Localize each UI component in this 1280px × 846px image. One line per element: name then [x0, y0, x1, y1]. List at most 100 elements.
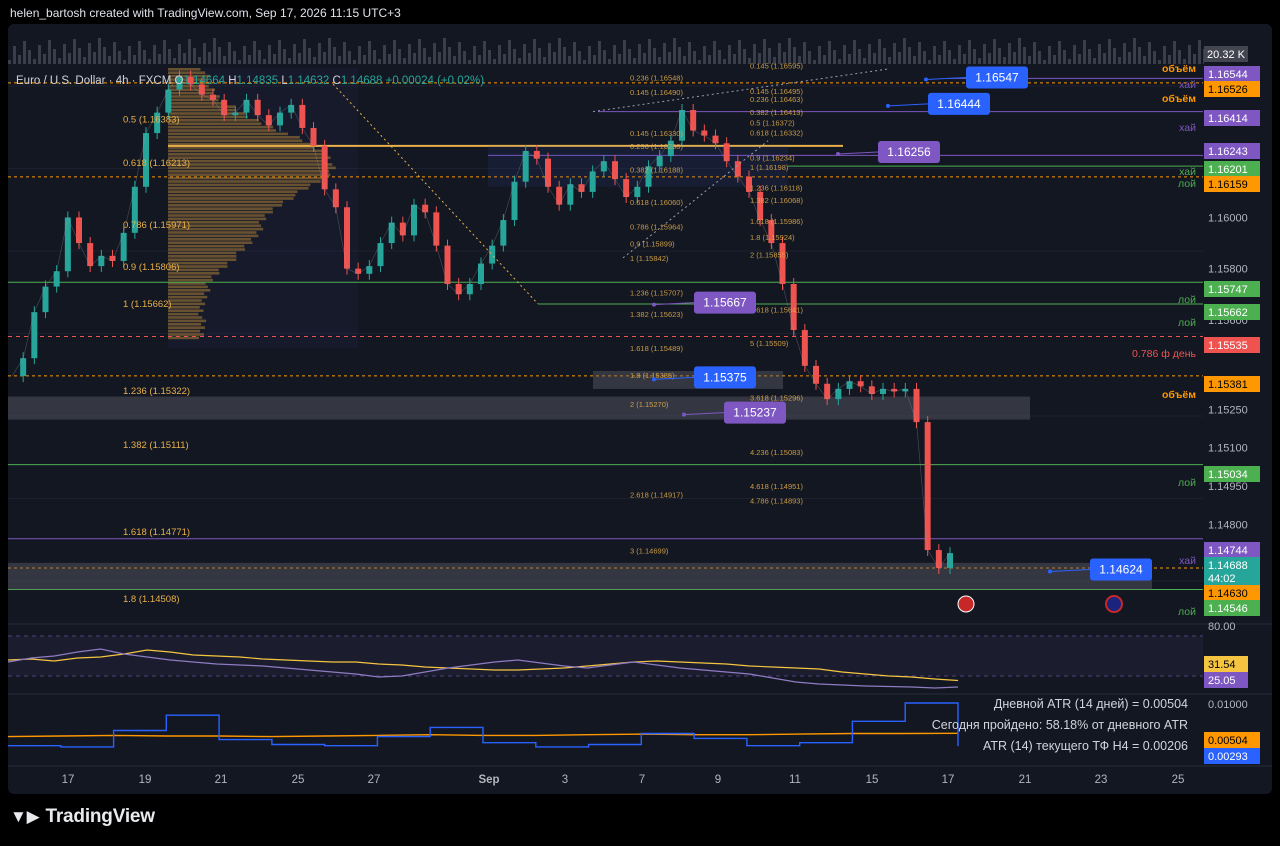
osc-tick: 80.00	[1208, 621, 1236, 633]
volume-bar	[13, 46, 16, 64]
volume-bar	[123, 60, 126, 64]
fib-mid-label: 0.145 (1.16330)	[630, 129, 683, 138]
volume-bar	[623, 40, 626, 64]
candle-body	[254, 99, 261, 116]
time-axis[interactable]: 17 19 21 25 27 Sep 3 7 9 11 15 17 21 23 25	[8, 765, 1272, 786]
volume-bar	[143, 50, 146, 64]
callout-label: 1.16547	[975, 71, 1019, 85]
volume-bar	[858, 49, 861, 64]
volume-bar	[508, 40, 511, 64]
price-label: 1.15535	[1208, 340, 1248, 352]
volume-bar	[228, 42, 231, 64]
fib-mid-label: 2 (1.15270)	[630, 400, 669, 409]
atr-annotation: Дневной ATR (14 дней) = 0.00504	[994, 697, 1188, 711]
volume-bar	[1033, 42, 1036, 64]
volume-bar	[163, 40, 166, 64]
footer	[0, 800, 1280, 846]
volume-bar	[713, 41, 716, 64]
volume-bar	[543, 57, 546, 64]
volume-bar	[788, 38, 791, 64]
fib-mid-label: 3 (1.14699)	[630, 546, 669, 555]
volume-bar	[593, 55, 596, 64]
price-tick: 1.15800	[1208, 264, 1248, 276]
volume-bar	[1143, 56, 1146, 64]
fib-mid-label: 1 (1.15842)	[630, 254, 669, 263]
callout-anchor	[886, 103, 890, 108]
level-tag: хай	[1179, 122, 1196, 134]
volume-bar	[133, 55, 136, 64]
volume-bar	[523, 44, 526, 64]
level-tag: объём	[1162, 389, 1196, 401]
chart-frame[interactable]: 0.5 (1.16383) 0.618 (1.16213) 0.786 (1.159…	[8, 24, 1272, 794]
volume-bar	[828, 41, 831, 64]
volume-bar	[238, 60, 241, 64]
volume-bar	[38, 45, 41, 64]
price-label: 1.15662	[1208, 307, 1248, 319]
brand-logo[interactable]: ▼▶ TradingView	[10, 806, 155, 828]
volume-bar	[983, 44, 986, 64]
volume-bar	[383, 45, 386, 64]
volume-bar	[33, 59, 36, 64]
volume-bar	[183, 53, 186, 64]
atr-annotation: ATR (14) текущего ТФ H4 = 0.00206	[983, 739, 1188, 753]
volume-bar	[1068, 59, 1071, 64]
volume-profile	[168, 68, 358, 348]
volume-bar	[813, 60, 816, 64]
volume-bar	[1048, 46, 1051, 64]
atr-value-label: 0.00293	[1208, 751, 1248, 763]
fib-mid-label: 1.236 (1.15707)	[630, 288, 683, 297]
price-tick: 1.15100	[1208, 443, 1248, 455]
price-tick: 1.16000	[1208, 212, 1248, 224]
volume-bar	[458, 42, 461, 64]
volume-bar	[873, 53, 876, 64]
fib-mid-label: 0.618 (1.16060)	[630, 198, 683, 207]
chart-svg[interactable]: 0.5 (1.16383) 0.618 (1.16213) 0.786 (1.159…	[8, 24, 1272, 794]
open-value: 1.14664	[183, 75, 226, 87]
volume-bar	[103, 47, 106, 64]
candle-body	[444, 245, 451, 284]
volume-bar	[853, 40, 856, 64]
candle-body	[53, 271, 60, 287]
volume-bar	[693, 51, 696, 64]
symbol-legend: Euro / U.S. Dollar · 4h · FXCM O1.14664 …	[16, 75, 484, 87]
price-label: 1.16544	[1208, 69, 1248, 81]
price-scale[interactable]: 20.32 K1.160001.158001.156001.152501.151…	[1132, 24, 1272, 794]
candle-body	[612, 161, 618, 180]
candle-body	[478, 263, 484, 284]
candle-body	[87, 243, 94, 267]
candle-body	[690, 110, 697, 131]
volume-bar	[303, 39, 306, 64]
candle-body	[120, 232, 127, 261]
volume-bar	[88, 43, 91, 64]
fib-left-label: 1.382 (1.15111)	[123, 440, 189, 451]
time-tick: 25	[292, 774, 305, 786]
volume-bar	[588, 46, 591, 64]
volume-bar	[223, 56, 226, 64]
volume-bar	[148, 59, 151, 64]
volume-bar	[898, 52, 901, 64]
volume-bar	[683, 56, 686, 64]
candle-body	[221, 99, 228, 116]
callout-label: 1.16256	[887, 145, 931, 159]
candle-body	[64, 217, 71, 272]
level-tag: хай	[1179, 166, 1196, 178]
atr-pane: 0.01000 Дневной ATR (14 дней) = 0.00504 Се…	[8, 693, 1272, 764]
volume-bar	[313, 57, 316, 64]
volume-bar	[948, 50, 951, 64]
volume-bar	[878, 39, 881, 64]
volume-bar	[388, 54, 391, 64]
candle-body	[299, 104, 306, 128]
volume-bar	[1098, 44, 1101, 64]
volume-bar	[908, 47, 911, 64]
callout-label: 1.15375	[703, 370, 747, 384]
volume-bar	[363, 55, 366, 64]
zone-rect	[8, 562, 1152, 590]
volume-bar	[1018, 38, 1021, 64]
time-tick: 21	[215, 774, 228, 786]
volume-bar	[1053, 55, 1056, 64]
volume-bar	[243, 46, 246, 64]
volume-bar	[453, 56, 456, 64]
level-tag: объём	[1162, 93, 1196, 105]
volume-bar	[48, 40, 51, 64]
volume-bar	[28, 50, 31, 64]
